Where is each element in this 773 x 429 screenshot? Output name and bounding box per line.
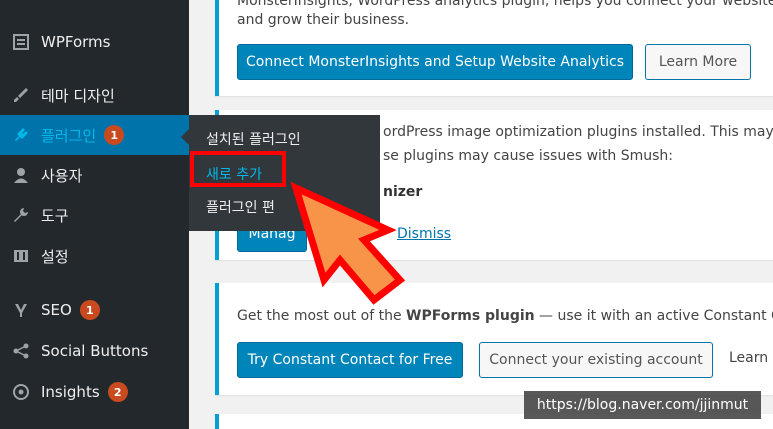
sidebar-item-label: SEO [41, 301, 72, 319]
sidebar-item-insights[interactable]: Insights 2 [0, 372, 189, 412]
plugin-icon [10, 124, 32, 146]
notice-text: Get the most out of the WPForms plugin —… [237, 308, 773, 324]
sidebar-item-social-buttons[interactable]: Social Buttons [0, 331, 189, 371]
submenu-plugin-editor[interactable]: 플러그인 편 [206, 197, 275, 217]
sidebar-item-appearance[interactable]: 테마 디자인 [0, 75, 189, 115]
sidebar-item-label: WPForms [41, 33, 111, 51]
sidebar-item-label: 사용자 [41, 166, 83, 185]
admin-sidebar: WPForms 테마 디자인 플러그인 1 사용자 도구 설정 SEO 1 So… [0, 0, 189, 429]
sidebar-item-label: Insights [41, 383, 100, 401]
notice-text-end: — use it with an active Constant Con [534, 308, 773, 324]
sidebar-item-label: 도구 [41, 206, 69, 225]
sidebar-item-seo[interactable]: SEO 1 [0, 290, 189, 330]
sidebar-item-settings[interactable]: 설정 [0, 236, 189, 276]
wrench-icon [10, 204, 32, 226]
notice-text: ordPress image optimization plugins inst… [383, 124, 773, 140]
sidebar-item-label: 설정 [41, 247, 69, 266]
try-constant-contact-button[interactable]: Try Constant Contact for Free [237, 342, 463, 378]
sidebar-item-label: 플러그인 [41, 126, 97, 145]
user-icon [10, 164, 32, 186]
update-count-badge: 1 [104, 125, 125, 145]
connect-monsterinsights-button[interactable]: Connect MonsterInsights and Setup Websit… [237, 44, 633, 80]
sidebar-item-label: Social Buttons [41, 342, 149, 360]
pointer-arrow-icon [290, 181, 406, 305]
seo-icon [10, 299, 32, 321]
learn-more-button[interactable]: Learn More [645, 44, 751, 80]
notice-text: se plugins may cause issues with Smush: [383, 148, 674, 164]
notice-text: and grow their business. [237, 12, 410, 28]
connect-existing-account-button[interactable]: Connect your existing account [479, 342, 713, 378]
paintbrush-icon [10, 84, 32, 106]
sidebar-item-wpforms[interactable]: WPForms [0, 22, 189, 62]
notice-text-bold: WPForms plugin [406, 308, 535, 324]
notice-text-start: Get the most out of the [237, 308, 407, 324]
sidebar-item-label: 테마 디자인 [41, 86, 115, 105]
monsterinsights-notice: MonsterInsights, WordPress analytics plu… [215, 0, 773, 96]
highlight-box [190, 151, 286, 187]
form-icon [10, 31, 32, 53]
submenu-installed-plugins[interactable]: 설치된 플러그인 [206, 129, 301, 149]
watermark: https://blog.naver.com/jjinmut [524, 391, 761, 419]
sidebar-item-tools[interactable]: 도구 [0, 195, 189, 235]
sidebar-item-plugins[interactable]: 플러그인 1 [0, 115, 189, 155]
notice-text: MonsterInsights, WordPress analytics plu… [237, 0, 773, 9]
update-count-badge: 2 [107, 382, 128, 402]
insights-icon [10, 381, 32, 403]
settings-icon [10, 245, 32, 267]
update-count-badge: 1 [79, 300, 100, 320]
sidebar-item-users[interactable]: 사용자 [0, 155, 189, 195]
learn-more-link[interactable]: Learn M [729, 350, 773, 366]
share-icon [10, 340, 32, 362]
